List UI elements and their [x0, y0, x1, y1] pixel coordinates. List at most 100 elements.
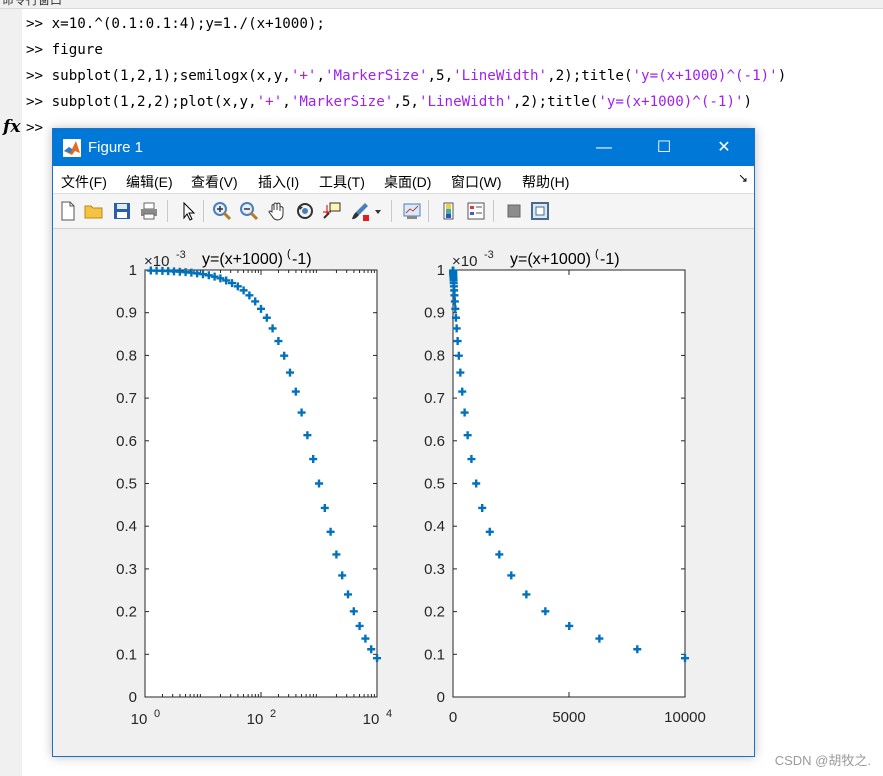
command-prompt: >> — [26, 94, 44, 110]
y-tick-label: 0.8 — [116, 347, 137, 364]
figure-window[interactable]: Figure 1 — ☐ ✕ 文件(F) 编辑(E) 查看(V) 插入(I) 工… — [52, 128, 755, 757]
y-tick-label: 0 — [437, 689, 445, 706]
x-tick-exponent: 2 — [270, 708, 276, 720]
dock-arrow-icon[interactable]: ↘ — [738, 171, 748, 185]
y-tick-label: 0.6 — [116, 433, 137, 450]
y-tick-label: 0 — [129, 689, 137, 706]
data-cursor-icon[interactable] — [321, 200, 343, 222]
new-figure-icon[interactable] — [57, 200, 79, 222]
print-icon[interactable] — [138, 200, 160, 222]
menu-file[interactable]: 文件(F) — [61, 172, 107, 192]
figure-title: Figure 1 — [88, 139, 144, 156]
command-prompt: >> — [26, 16, 44, 32]
y-tick-label: 0.6 — [424, 433, 445, 450]
command-code: figure — [51, 42, 103, 58]
figure-menubar: 文件(F) 编辑(E) 查看(V) 插入(I) 工具(T) 桌面(D) 窗口(W… — [53, 166, 754, 194]
menu-edit[interactable]: 编辑(E) — [126, 172, 173, 192]
y-tick-label: 0.2 — [424, 604, 445, 621]
open-file-icon[interactable] — [83, 200, 105, 222]
command-string: 'MarkerSize' — [324, 68, 428, 84]
zoom-in-icon[interactable] — [211, 200, 233, 222]
command-string: '+' — [256, 94, 283, 110]
command-string: 'y=(x+1000)^(-1)' — [598, 94, 744, 110]
axes-box — [452, 269, 686, 698]
command-code: ) — [777, 68, 787, 84]
brush-icon[interactable] — [349, 200, 371, 222]
command-code: ) — [743, 94, 753, 110]
show-tools-icon[interactable] — [529, 200, 551, 222]
figure-canvas[interactable]: 0 0.1 0.2 0.3 0.4 0.5 0.6 0.7 0.8 0.9 1 10 0 10 2 10 4 ×1… — [53, 229, 754, 756]
figure-plot[interactable]: 00.10.20.30.40.50.60.70.80.9110 0 10 2 10 4×1… — [53, 229, 754, 756]
menu-help[interactable]: 帮助(H) — [522, 172, 569, 192]
command-line-4: >> subplot(1,2,2);plot(x,y,'+','MarkerSi… — [26, 94, 752, 110]
command-code: ,5, — [427, 68, 454, 84]
y-tick-label: 0.8 — [424, 347, 445, 364]
command-prompt: >> — [26, 120, 44, 136]
command-prompt: >> — [26, 68, 44, 84]
command-window-title: 命令行窗口 — [2, 0, 63, 7]
toolbar-separator — [167, 200, 168, 222]
y-exponent-label: ×10 — [452, 253, 477, 270]
command-line-1: >> x=10.^(0.1:0.1:4);y=1./(x+1000); — [26, 16, 325, 32]
figure-toolbar — [53, 194, 754, 229]
menu-view[interactable]: 查看(V) — [191, 172, 238, 192]
brush-dropdown-icon[interactable] — [373, 200, 383, 222]
command-code: x=10.^(0.1:0.1:4);y=1./(x+1000); — [51, 16, 325, 32]
y-tick-label: 0.4 — [116, 518, 137, 535]
chart-title-superscript: ( — [287, 248, 291, 260]
chart-title: y=(x+1000) — [202, 251, 283, 268]
menu-window[interactable]: 窗口(W) — [451, 172, 502, 192]
command-input-prompt[interactable]: >> — [26, 120, 43, 136]
command-code: subplot(1,2,1);semilogx(x,y, — [51, 68, 291, 84]
menu-desktop[interactable]: 桌面(D) — [384, 172, 431, 192]
maximize-button[interactable]: ☐ — [641, 129, 687, 166]
command-string: 'LineWidth' — [418, 94, 513, 110]
menu-insert[interactable]: 插入(I) — [258, 172, 299, 192]
toolbar-separator — [203, 200, 204, 222]
y-tick-label: 0.7 — [424, 390, 445, 407]
x-tick-exponent: 0 — [154, 708, 160, 720]
y-tick-label: 0.3 — [116, 561, 137, 578]
zoom-out-icon[interactable] — [238, 200, 260, 222]
y-exponent-power: -3 — [176, 249, 186, 261]
pan-hand-icon[interactable] — [266, 200, 288, 222]
link-plot-icon[interactable] — [401, 200, 423, 222]
y-tick-label: 0.5 — [116, 476, 137, 493]
y-tick-label: 0.5 — [424, 476, 445, 493]
colorbar-icon[interactable] — [438, 200, 460, 222]
y-tick-label: 0.4 — [424, 518, 445, 535]
close-button[interactable]: ✕ — [701, 129, 747, 166]
command-code: , — [282, 94, 291, 110]
command-string: 'LineWidth' — [453, 68, 548, 84]
command-string: '+' — [290, 68, 317, 84]
menu-tools[interactable]: 工具(T) — [319, 172, 365, 192]
legend-icon[interactable] — [465, 200, 487, 222]
rotate-3d-icon[interactable] — [294, 200, 316, 222]
subplot-2: 0 0.1 0.2 0.3 0.4 0.5 0.6 0.7 0.8 0.9 1 0 5000 10000 ×… — [424, 248, 706, 726]
command-code: ,2);title( — [547, 68, 633, 84]
toolbar-separator — [493, 200, 494, 222]
y-tick-label: 0.2 — [116, 604, 137, 621]
command-code: ,5, — [393, 94, 419, 110]
y-tick-label: 0.9 — [116, 305, 137, 322]
hide-tools-icon[interactable] — [503, 200, 525, 222]
chart-title-superscript: ( — [595, 248, 599, 260]
minimize-button[interactable]: — — [581, 129, 627, 166]
x-tick-label: 10 — [363, 711, 380, 728]
subplot-1: 00.10.20.30.40.50.60.70.80.9110 0 10 2 10 4×1… — [116, 248, 392, 728]
command-code: , — [316, 68, 325, 84]
x-tick-label: 10 — [247, 711, 264, 728]
fx-icon[interactable]: fx — [3, 117, 20, 137]
y-tick-label: 0.3 — [424, 561, 445, 578]
figure-titlebar[interactable]: Figure 1 — ☐ ✕ — [53, 129, 754, 166]
x-tick-exponent: 4 — [386, 708, 392, 720]
y-tick-label: 0.7 — [116, 390, 137, 407]
save-icon[interactable] — [111, 200, 133, 222]
axes-box — [144, 269, 378, 698]
select-arrow-icon[interactable] — [177, 200, 199, 222]
chart-title: y=(x+1000) — [510, 251, 591, 268]
command-window-header: 命令行窗口 — [0, 0, 883, 9]
y-tick-label: 0.9 — [424, 305, 445, 322]
y-tick-label: 1 — [129, 262, 137, 279]
x-tick-label: 0 — [449, 709, 457, 726]
